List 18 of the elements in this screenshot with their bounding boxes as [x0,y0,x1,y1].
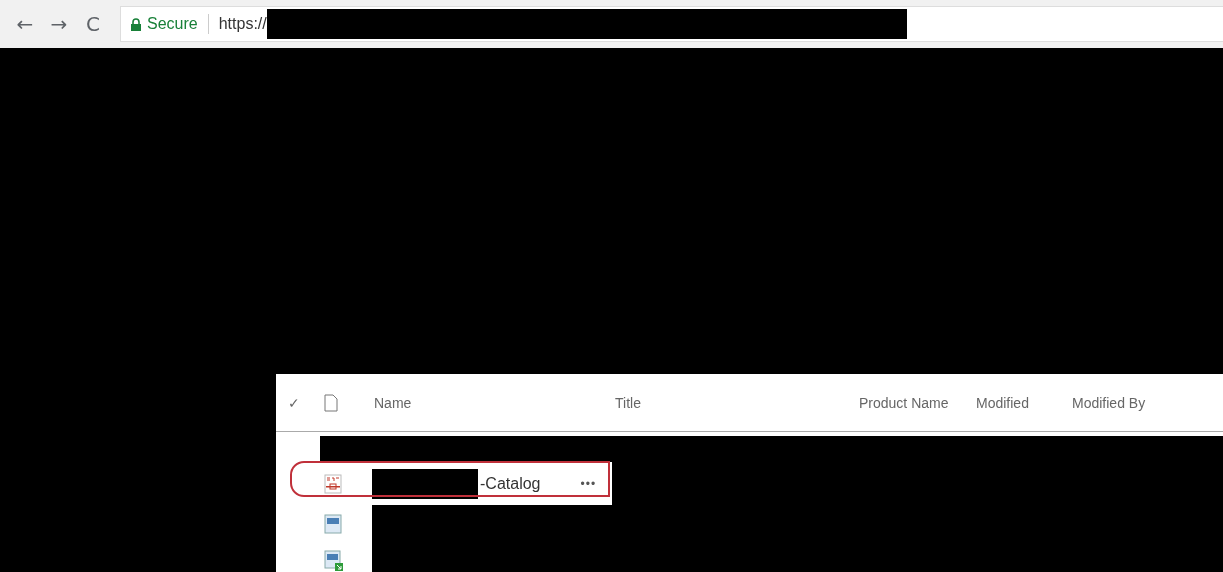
column-header[interactable]: Name [374,394,615,411]
select-all-check[interactable]: ✓ [276,394,320,411]
lock-icon [131,17,141,31]
web-page-icon [324,513,342,534]
more-options-button[interactable]: ••• [580,476,597,491]
column-header[interactable]: Modified [976,394,1072,411]
reload-button[interactable]: C [76,12,110,36]
back-button[interactable]: ← [8,12,42,36]
column-header[interactable]: Modified By [1072,394,1223,411]
column-header[interactable]: Title [615,394,859,411]
column-header[interactable]: Product Name [859,394,976,411]
forward-button[interactable]: → [42,12,76,36]
file-name-link[interactable]: -Catalog [480,474,541,493]
secure-label: Secure [147,15,198,33]
document-icon [324,393,338,412]
pdf-file-icon [324,473,342,494]
url-text: https:// [218,15,267,33]
address-bar[interactable]: Secure https:// [120,6,1223,42]
